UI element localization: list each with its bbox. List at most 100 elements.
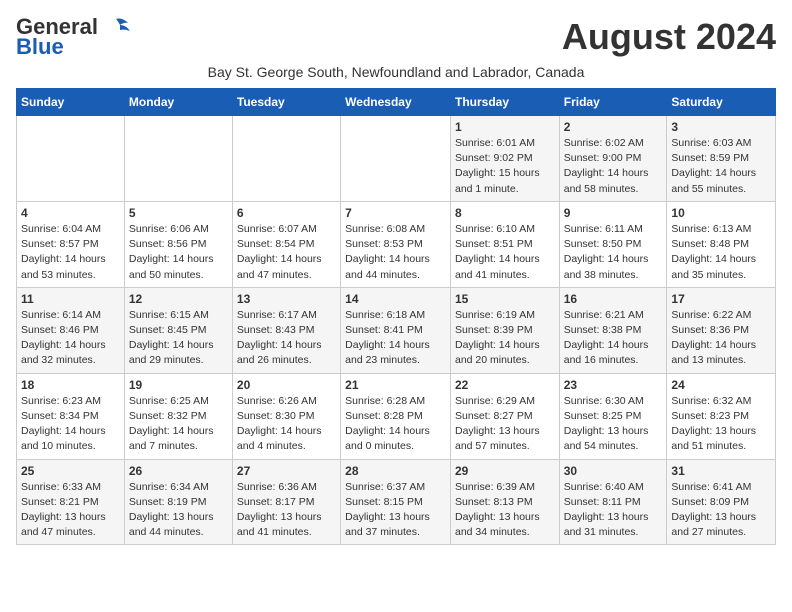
day-number: 27: [237, 464, 336, 478]
calendar-week-2: 4 Sunrise: 6:04 AMSunset: 8:57 PMDaylight…: [17, 201, 776, 287]
calendar-cell: 7Sunrise: 6:08 AMSunset: 8:53 PMDaylight…: [341, 201, 451, 287]
day-number: 21: [345, 378, 446, 392]
day-number: 23: [564, 378, 663, 392]
day-number: 19: [129, 378, 228, 392]
day-info: Sunrise: 6:15 AMSunset: 8:45 PMDaylight:…: [129, 308, 228, 369]
day-info: Sunrise: 6:40 AMSunset: 8:11 PMDaylight:…: [564, 480, 663, 541]
day-info: Sunrise: 6:17 AMSunset: 8:43 PMDaylight:…: [237, 308, 336, 369]
day-number: 8: [455, 206, 555, 220]
column-header-wednesday: Wednesday: [341, 89, 451, 116]
calendar-cell: 4 Sunrise: 6:04 AMSunset: 8:57 PMDaylight…: [17, 201, 125, 287]
day-info: Sunrise: 6:04 AMSunset: 8:57 PMDaylight:…: [21, 222, 120, 283]
day-info: Sunrise: 6:41 AMSunset: 8:09 PMDaylight:…: [671, 480, 771, 541]
day-number: 9: [564, 206, 663, 220]
day-info: Sunrise: 6:32 AMSunset: 8:23 PMDaylight:…: [671, 394, 771, 455]
column-header-thursday: Thursday: [450, 89, 559, 116]
day-info: Sunrise: 6:18 AMSunset: 8:41 PMDaylight:…: [345, 308, 446, 369]
day-number: 4: [21, 206, 120, 220]
calendar-cell: 15 Sunrise: 6:19 AMSunset: 8:39 PMDayligh…: [450, 287, 559, 373]
calendar-cell: [232, 116, 340, 202]
calendar-cell: 6 Sunrise: 6:07 AMSunset: 8:54 PMDaylight…: [232, 201, 340, 287]
calendar-cell: 5 Sunrise: 6:06 AMSunset: 8:56 PMDaylight…: [124, 201, 232, 287]
day-info: Sunrise: 6:33 AMSunset: 8:21 PMDaylight:…: [21, 480, 120, 541]
calendar-cell: 16Sunrise: 6:21 AMSunset: 8:38 PMDayligh…: [559, 287, 667, 373]
calendar-cell: 24Sunrise: 6:32 AMSunset: 8:23 PMDayligh…: [667, 373, 776, 459]
page-header: General Blue August 2024: [16, 16, 776, 60]
calendar-table: SundayMondayTuesdayWednesdayThursdayFrid…: [16, 88, 776, 545]
day-info: Sunrise: 6:14 AMSunset: 8:46 PMDaylight:…: [21, 308, 120, 369]
day-number: 18: [21, 378, 120, 392]
day-number: 29: [455, 464, 555, 478]
day-number: 5: [129, 206, 228, 220]
day-info: Sunrise: 6:06 AMSunset: 8:56 PMDaylight:…: [129, 222, 228, 283]
calendar-week-5: 25 Sunrise: 6:33 AMSunset: 8:21 PMDayligh…: [17, 459, 776, 545]
day-info: Sunrise: 6:08 AMSunset: 8:53 PMDaylight:…: [345, 222, 446, 283]
day-info: Sunrise: 6:37 AMSunset: 8:15 PMDaylight:…: [345, 480, 446, 541]
day-info: Sunrise: 6:36 AMSunset: 8:17 PMDaylight:…: [237, 480, 336, 541]
calendar-cell: 29 Sunrise: 6:39 AMSunset: 8:13 PMDayligh…: [450, 459, 559, 545]
day-info: Sunrise: 6:25 AMSunset: 8:32 PMDaylight:…: [129, 394, 228, 455]
day-info: Sunrise: 6:07 AMSunset: 8:54 PMDaylight:…: [237, 222, 336, 283]
calendar-week-3: 11 Sunrise: 6:14 AMSunset: 8:46 PMDayligh…: [17, 287, 776, 373]
month-title: August 2024: [562, 16, 776, 58]
logo: General Blue: [16, 16, 132, 60]
calendar-cell: 12 Sunrise: 6:15 AMSunset: 8:45 PMDayligh…: [124, 287, 232, 373]
day-info: Sunrise: 6:39 AMSunset: 8:13 PMDaylight:…: [455, 480, 555, 541]
calendar-cell: 17Sunrise: 6:22 AMSunset: 8:36 PMDayligh…: [667, 287, 776, 373]
day-number: 6: [237, 206, 336, 220]
calendar-cell: 28Sunrise: 6:37 AMSunset: 8:15 PMDayligh…: [341, 459, 451, 545]
calendar-cell: [17, 116, 125, 202]
day-number: 25: [21, 464, 120, 478]
day-number: 12: [129, 292, 228, 306]
day-info: Sunrise: 6:03 AMSunset: 8:59 PMDaylight:…: [671, 136, 771, 197]
calendar-cell: 25 Sunrise: 6:33 AMSunset: 8:21 PMDayligh…: [17, 459, 125, 545]
day-number: 2: [564, 120, 663, 134]
day-number: 3: [671, 120, 771, 134]
calendar-cell: 14 Sunrise: 6:18 AMSunset: 8:41 PMDayligh…: [341, 287, 451, 373]
calendar-cell: 1 Sunrise: 6:01 AMSunset: 9:02 PMDaylight…: [450, 116, 559, 202]
calendar-cell: 20 Sunrise: 6:26 AMSunset: 8:30 PMDayligh…: [232, 373, 340, 459]
day-number: 10: [671, 206, 771, 220]
day-number: 16: [564, 292, 663, 306]
day-number: 13: [237, 292, 336, 306]
calendar-cell: [341, 116, 451, 202]
calendar-cell: 30 Sunrise: 6:40 AMSunset: 8:11 PMDayligh…: [559, 459, 667, 545]
calendar-cell: 10 Sunrise: 6:13 AMSunset: 8:48 PMDayligh…: [667, 201, 776, 287]
column-header-sunday: Sunday: [17, 89, 125, 116]
logo-blue-text: Blue: [16, 34, 64, 60]
day-number: 26: [129, 464, 228, 478]
day-info: Sunrise: 6:28 AMSunset: 8:28 PMDaylight:…: [345, 394, 446, 455]
day-info: Sunrise: 6:26 AMSunset: 8:30 PMDaylight:…: [237, 394, 336, 455]
day-number: 1: [455, 120, 555, 134]
day-number: 30: [564, 464, 663, 478]
day-number: 17: [671, 292, 771, 306]
column-header-monday: Monday: [124, 89, 232, 116]
day-info: Sunrise: 6:10 AMSunset: 8:51 PMDaylight:…: [455, 222, 555, 283]
day-info: Sunrise: 6:13 AMSunset: 8:48 PMDaylight:…: [671, 222, 771, 283]
calendar-cell: 8 Sunrise: 6:10 AMSunset: 8:51 PMDaylight…: [450, 201, 559, 287]
day-info: Sunrise: 6:01 AMSunset: 9:02 PMDaylight:…: [455, 136, 555, 197]
column-header-friday: Friday: [559, 89, 667, 116]
calendar-cell: 2Sunrise: 6:02 AMSunset: 9:00 PMDaylight…: [559, 116, 667, 202]
day-number: 31: [671, 464, 771, 478]
day-info: Sunrise: 6:11 AMSunset: 8:50 PMDaylight:…: [564, 222, 663, 283]
calendar-cell: 27 Sunrise: 6:36 AMSunset: 8:17 PMDayligh…: [232, 459, 340, 545]
calendar-week-4: 18Sunrise: 6:23 AMSunset: 8:34 PMDayligh…: [17, 373, 776, 459]
calendar-cell: 13 Sunrise: 6:17 AMSunset: 8:43 PMDayligh…: [232, 287, 340, 373]
calendar-cell: 9 Sunrise: 6:11 AMSunset: 8:50 PMDaylight…: [559, 201, 667, 287]
day-number: 11: [21, 292, 120, 306]
calendar-week-1: 1 Sunrise: 6:01 AMSunset: 9:02 PMDaylight…: [17, 116, 776, 202]
calendar-cell: 22Sunrise: 6:29 AMSunset: 8:27 PMDayligh…: [450, 373, 559, 459]
calendar-subtitle: Bay St. George South, Newfoundland and L…: [16, 64, 776, 80]
logo-bird-icon: [100, 17, 132, 37]
day-info: Sunrise: 6:34 AMSunset: 8:19 PMDaylight:…: [129, 480, 228, 541]
calendar-cell: 19 Sunrise: 6:25 AMSunset: 8:32 PMDayligh…: [124, 373, 232, 459]
calendar-cell: [124, 116, 232, 202]
day-number: 15: [455, 292, 555, 306]
day-number: 14: [345, 292, 446, 306]
calendar-cell: 11 Sunrise: 6:14 AMSunset: 8:46 PMDayligh…: [17, 287, 125, 373]
day-info: Sunrise: 6:19 AMSunset: 8:39 PMDaylight:…: [455, 308, 555, 369]
day-number: 20: [237, 378, 336, 392]
calendar-cell: 23Sunrise: 6:30 AMSunset: 8:25 PMDayligh…: [559, 373, 667, 459]
calendar-cell: 21 Sunrise: 6:28 AMSunset: 8:28 PMDayligh…: [341, 373, 451, 459]
